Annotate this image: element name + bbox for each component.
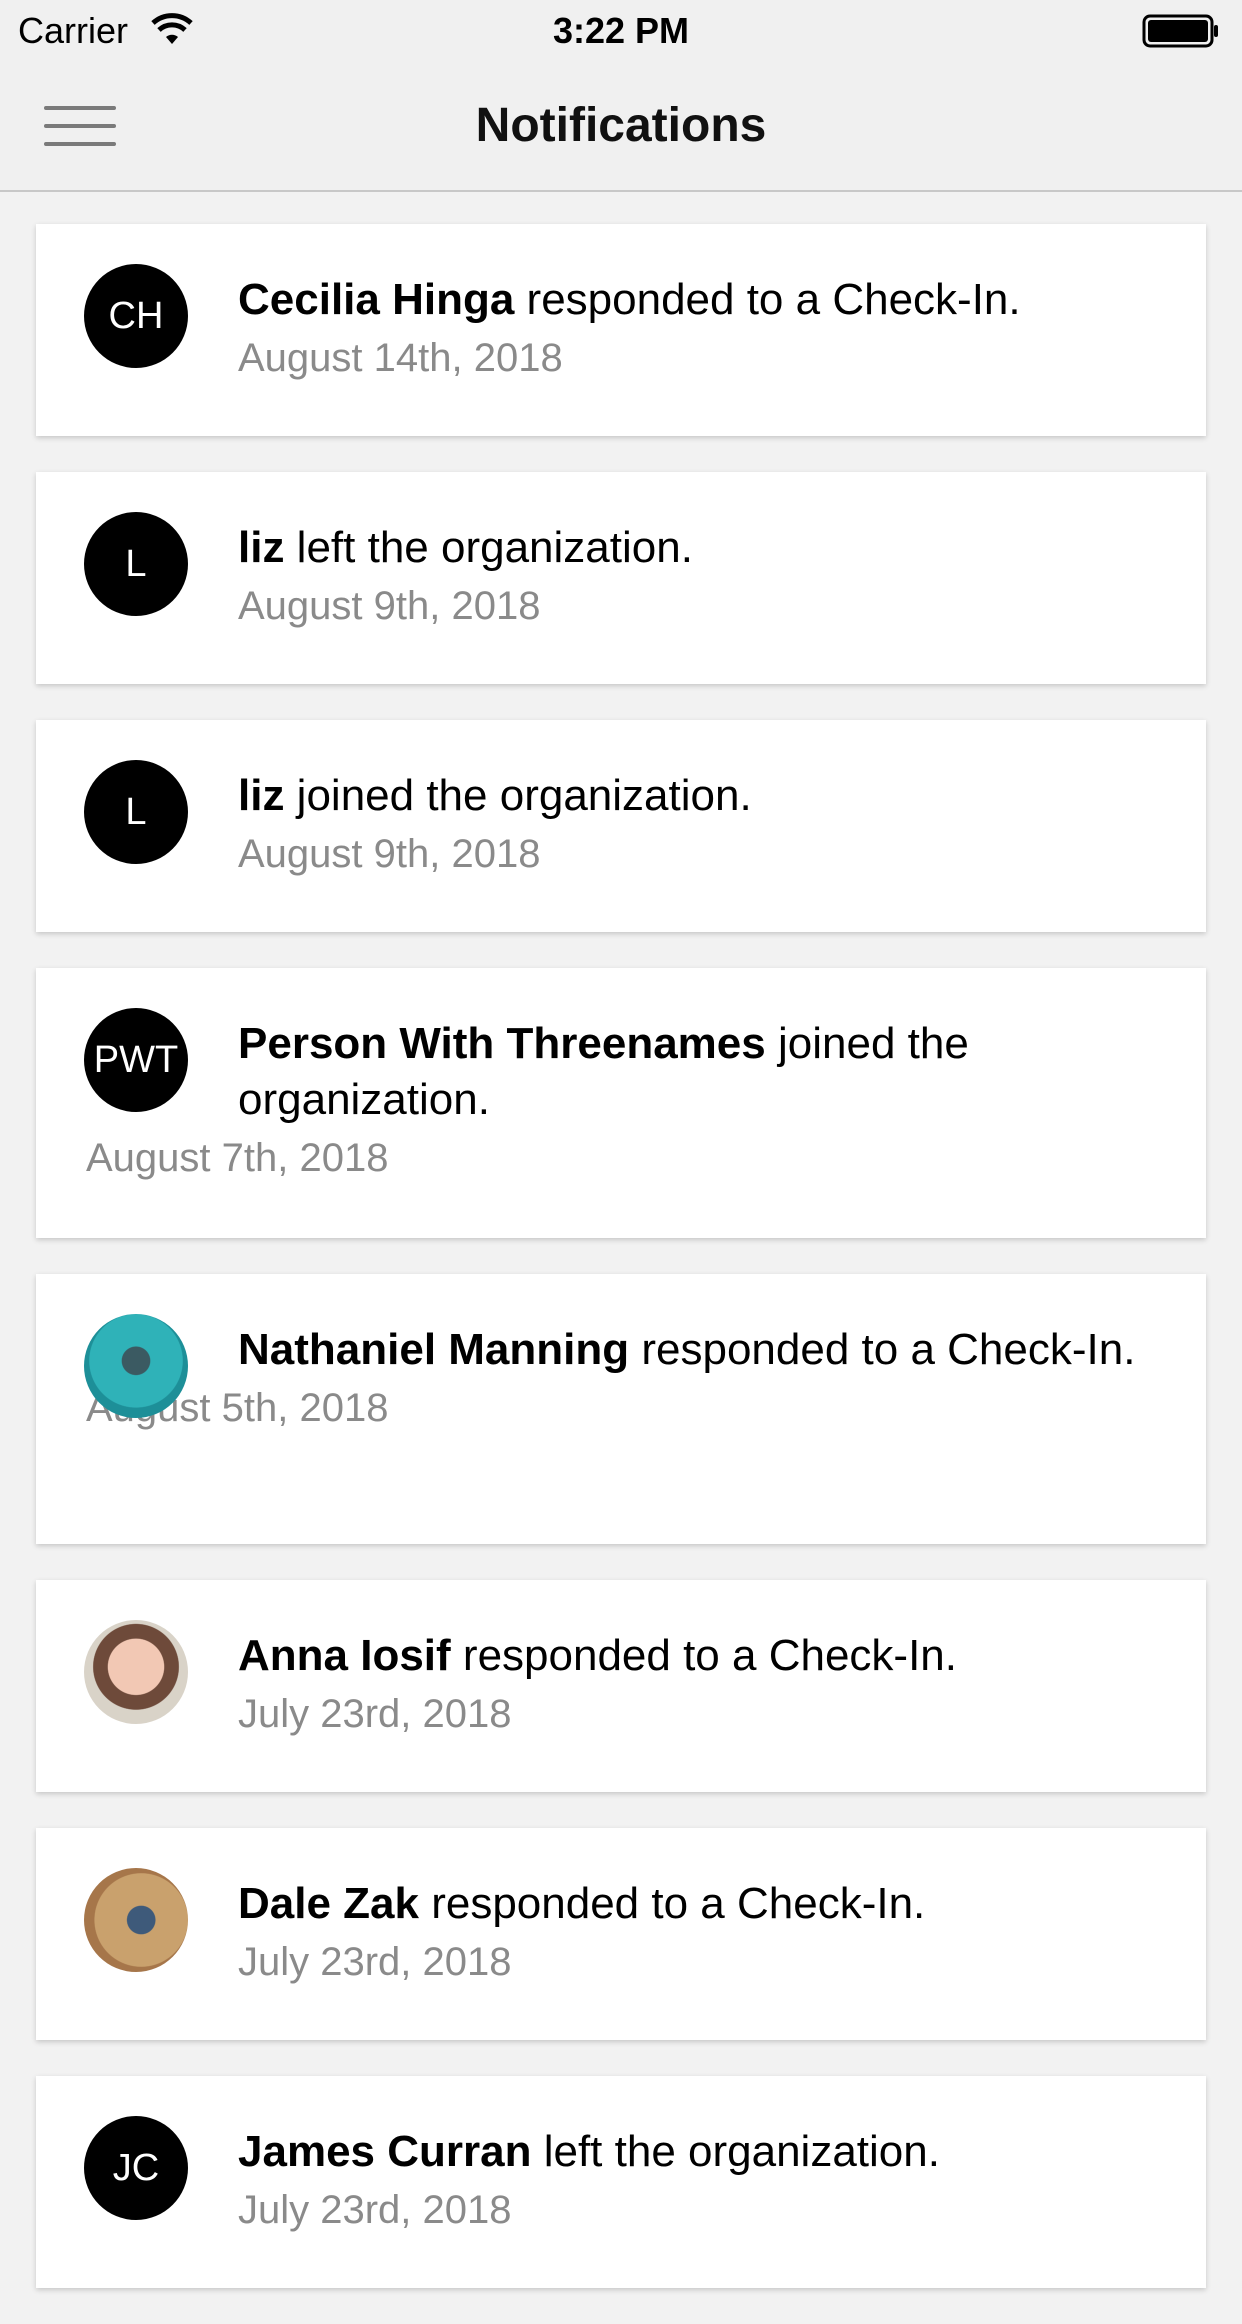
notification-date: August 9th, 2018 (238, 832, 541, 876)
notification-date: August 9th, 2018 (238, 584, 541, 628)
notification-date: August 14th, 2018 (238, 336, 563, 380)
notification-actor: Dale Zak (238, 1879, 419, 1928)
notification-card[interactable]: L liz joined the organization. August 9t… (36, 720, 1206, 932)
avatar: JC (84, 2116, 188, 2220)
notification-action: joined the organization. (284, 771, 752, 820)
notification-action: responded to a Check-In. (450, 1631, 957, 1680)
avatar: L (84, 760, 188, 864)
notification-actor: liz (238, 523, 285, 572)
avatar: L (84, 512, 188, 616)
notification-card[interactable]: Nathaniel Manning responded to a Check-I… (36, 1274, 1206, 1544)
notification-date: July 23rd, 2018 (238, 1692, 512, 1736)
notification-actor: Anna Iosif (238, 1631, 451, 1680)
notification-card[interactable]: Anna Iosif responded to a Check-In. July… (36, 1580, 1206, 1792)
notification-date: July 23rd, 2018 (238, 2188, 512, 2232)
notification-action: left the organization. (284, 523, 693, 572)
avatar (84, 1620, 188, 1724)
notification-actor: Cecilia Hinga (238, 275, 515, 324)
notification-action: responded to a Check-In. (629, 1325, 1136, 1374)
notification-card[interactable]: CH Cecilia Hinga responded to a Check-In… (36, 224, 1206, 436)
page-title: Notifications (475, 99, 767, 152)
notification-date: August 5th, 2018 (86, 1386, 389, 1430)
notification-date: August 7th, 2018 (86, 1136, 389, 1180)
notification-action: responded to a Check-In. (418, 1879, 926, 1928)
clock: 3:22 PM (552, 10, 690, 51)
notification-actor: liz (238, 771, 285, 820)
notification-date: July 23rd, 2018 (238, 1940, 512, 1984)
notification-card[interactable]: L liz left the organization. August 9th,… (36, 472, 1206, 684)
notification-card[interactable]: Dale Zak responded to a Check-In. July 2… (36, 1828, 1206, 2040)
battery-icon (1142, 14, 1218, 48)
avatar (84, 1868, 188, 1972)
notification-action: left the organization. (531, 2127, 940, 2176)
avatar: PWT (84, 1008, 188, 1112)
avatar (84, 1314, 188, 1418)
avatar: CH (84, 264, 188, 368)
navigation-bar: Notifications (0, 62, 1242, 192)
notification-list: CH Cecilia Hinga responded to a Check-In… (36, 224, 1206, 2324)
notification-action: responded to a Check-In. (514, 275, 1021, 324)
notification-card[interactable]: PWT Person With Threenames joined the or… (36, 968, 1206, 1238)
notification-card[interactable]: JC James Curran left the organization. J… (36, 2076, 1206, 2288)
notification-actor: James Curran (238, 2127, 532, 2176)
notification-actor: Nathaniel Manning (238, 1325, 630, 1374)
notification-actor: Person With Threenames (238, 1019, 766, 1068)
status-bar: Carrier 3:22 PM (0, 0, 1242, 62)
